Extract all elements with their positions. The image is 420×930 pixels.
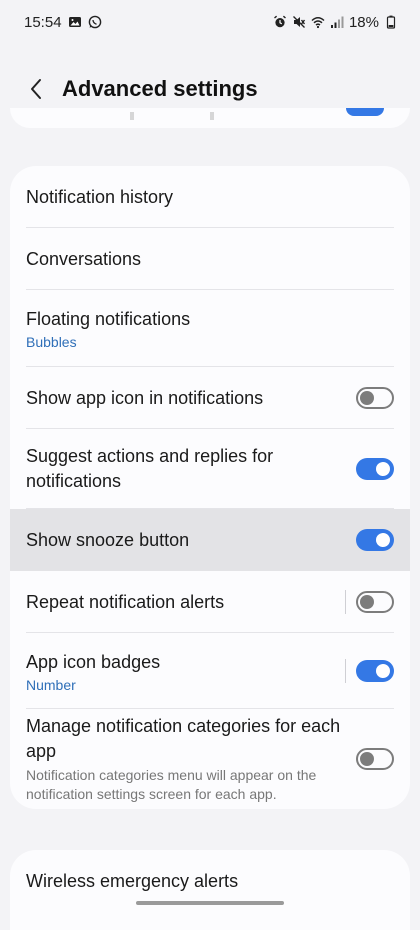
row-title: Show snooze button <box>26 529 190 550</box>
app-icon-badges-toggle[interactable] <box>356 660 394 682</box>
status-bar: 15:54 18% <box>0 0 420 44</box>
row-manage-categories[interactable]: Manage notification categories for each … <box>10 709 410 809</box>
battery-percent: 18% <box>348 13 379 31</box>
row-repeat-alerts[interactable]: Repeat notification alerts <box>10 571 410 633</box>
row-subtitle: Number <box>26 676 76 693</box>
wifi-icon <box>311 15 325 29</box>
row-show-app-icon[interactable]: Show app icon in notifications <box>10 367 410 429</box>
status-right: 18% <box>273 14 398 31</box>
row-title: Floating notifications <box>26 309 191 329</box>
back-button[interactable] <box>22 69 50 109</box>
settings-card: Notification history Conversations Float… <box>10 166 410 809</box>
signal-icon <box>330 15 344 29</box>
row-title: App icon badges <box>26 651 161 672</box>
repeat-alerts-toggle[interactable] <box>356 591 394 613</box>
row-title: Wireless emergency alerts <box>26 870 239 891</box>
row-title: Repeat notification alerts <box>26 591 225 612</box>
mute-icon <box>292 15 306 29</box>
alarm-icon <box>273 15 287 29</box>
vertical-separator <box>345 590 346 614</box>
row-title: Manage notification categories for each … <box>26 716 341 761</box>
row-title: Show app icon in notifications <box>26 387 264 408</box>
row-suggest-actions[interactable]: Suggest actions and replies for notifica… <box>10 429 410 509</box>
row-conversations[interactable]: Conversations <box>10 228 410 290</box>
row-app-icon-badges[interactable]: App icon badges Number <box>10 633 410 709</box>
suggest-actions-toggle[interactable] <box>356 458 394 480</box>
row-show-snooze-button[interactable]: Show snooze button <box>10 509 410 571</box>
emergency-card: Wireless emergency alerts <box>10 850 410 930</box>
partial-toggle[interactable] <box>346 108 384 116</box>
show-snooze-toggle[interactable] <box>356 529 394 551</box>
page-title: Advanced settings <box>62 76 258 101</box>
partial-previous-card <box>10 108 410 128</box>
row-title: Conversations <box>26 248 142 269</box>
row-title: Notification history <box>26 186 174 207</box>
row-notification-history[interactable]: Notification history <box>10 166 410 228</box>
show-app-icon-toggle[interactable] <box>356 387 394 409</box>
header: Advanced settings <box>0 64 420 114</box>
battery-icon <box>384 15 398 29</box>
status-left: 15:54 <box>24 14 102 31</box>
row-title: Suggest actions and replies for notifica… <box>26 446 274 491</box>
status-time: 15:54 <box>24 13 62 31</box>
row-description: Notification categories menu will appear… <box>26 767 317 802</box>
gallery-icon <box>68 15 82 29</box>
vertical-separator <box>345 659 346 683</box>
manage-categories-toggle[interactable] <box>356 748 394 770</box>
row-subtitle: Bubbles <box>26 334 77 350</box>
whatsapp-icon <box>88 15 102 29</box>
row-floating-notifications[interactable]: Floating notifications Bubbles <box>10 290 410 367</box>
chevron-left-icon <box>31 79 41 99</box>
home-indicator[interactable] <box>136 901 284 905</box>
